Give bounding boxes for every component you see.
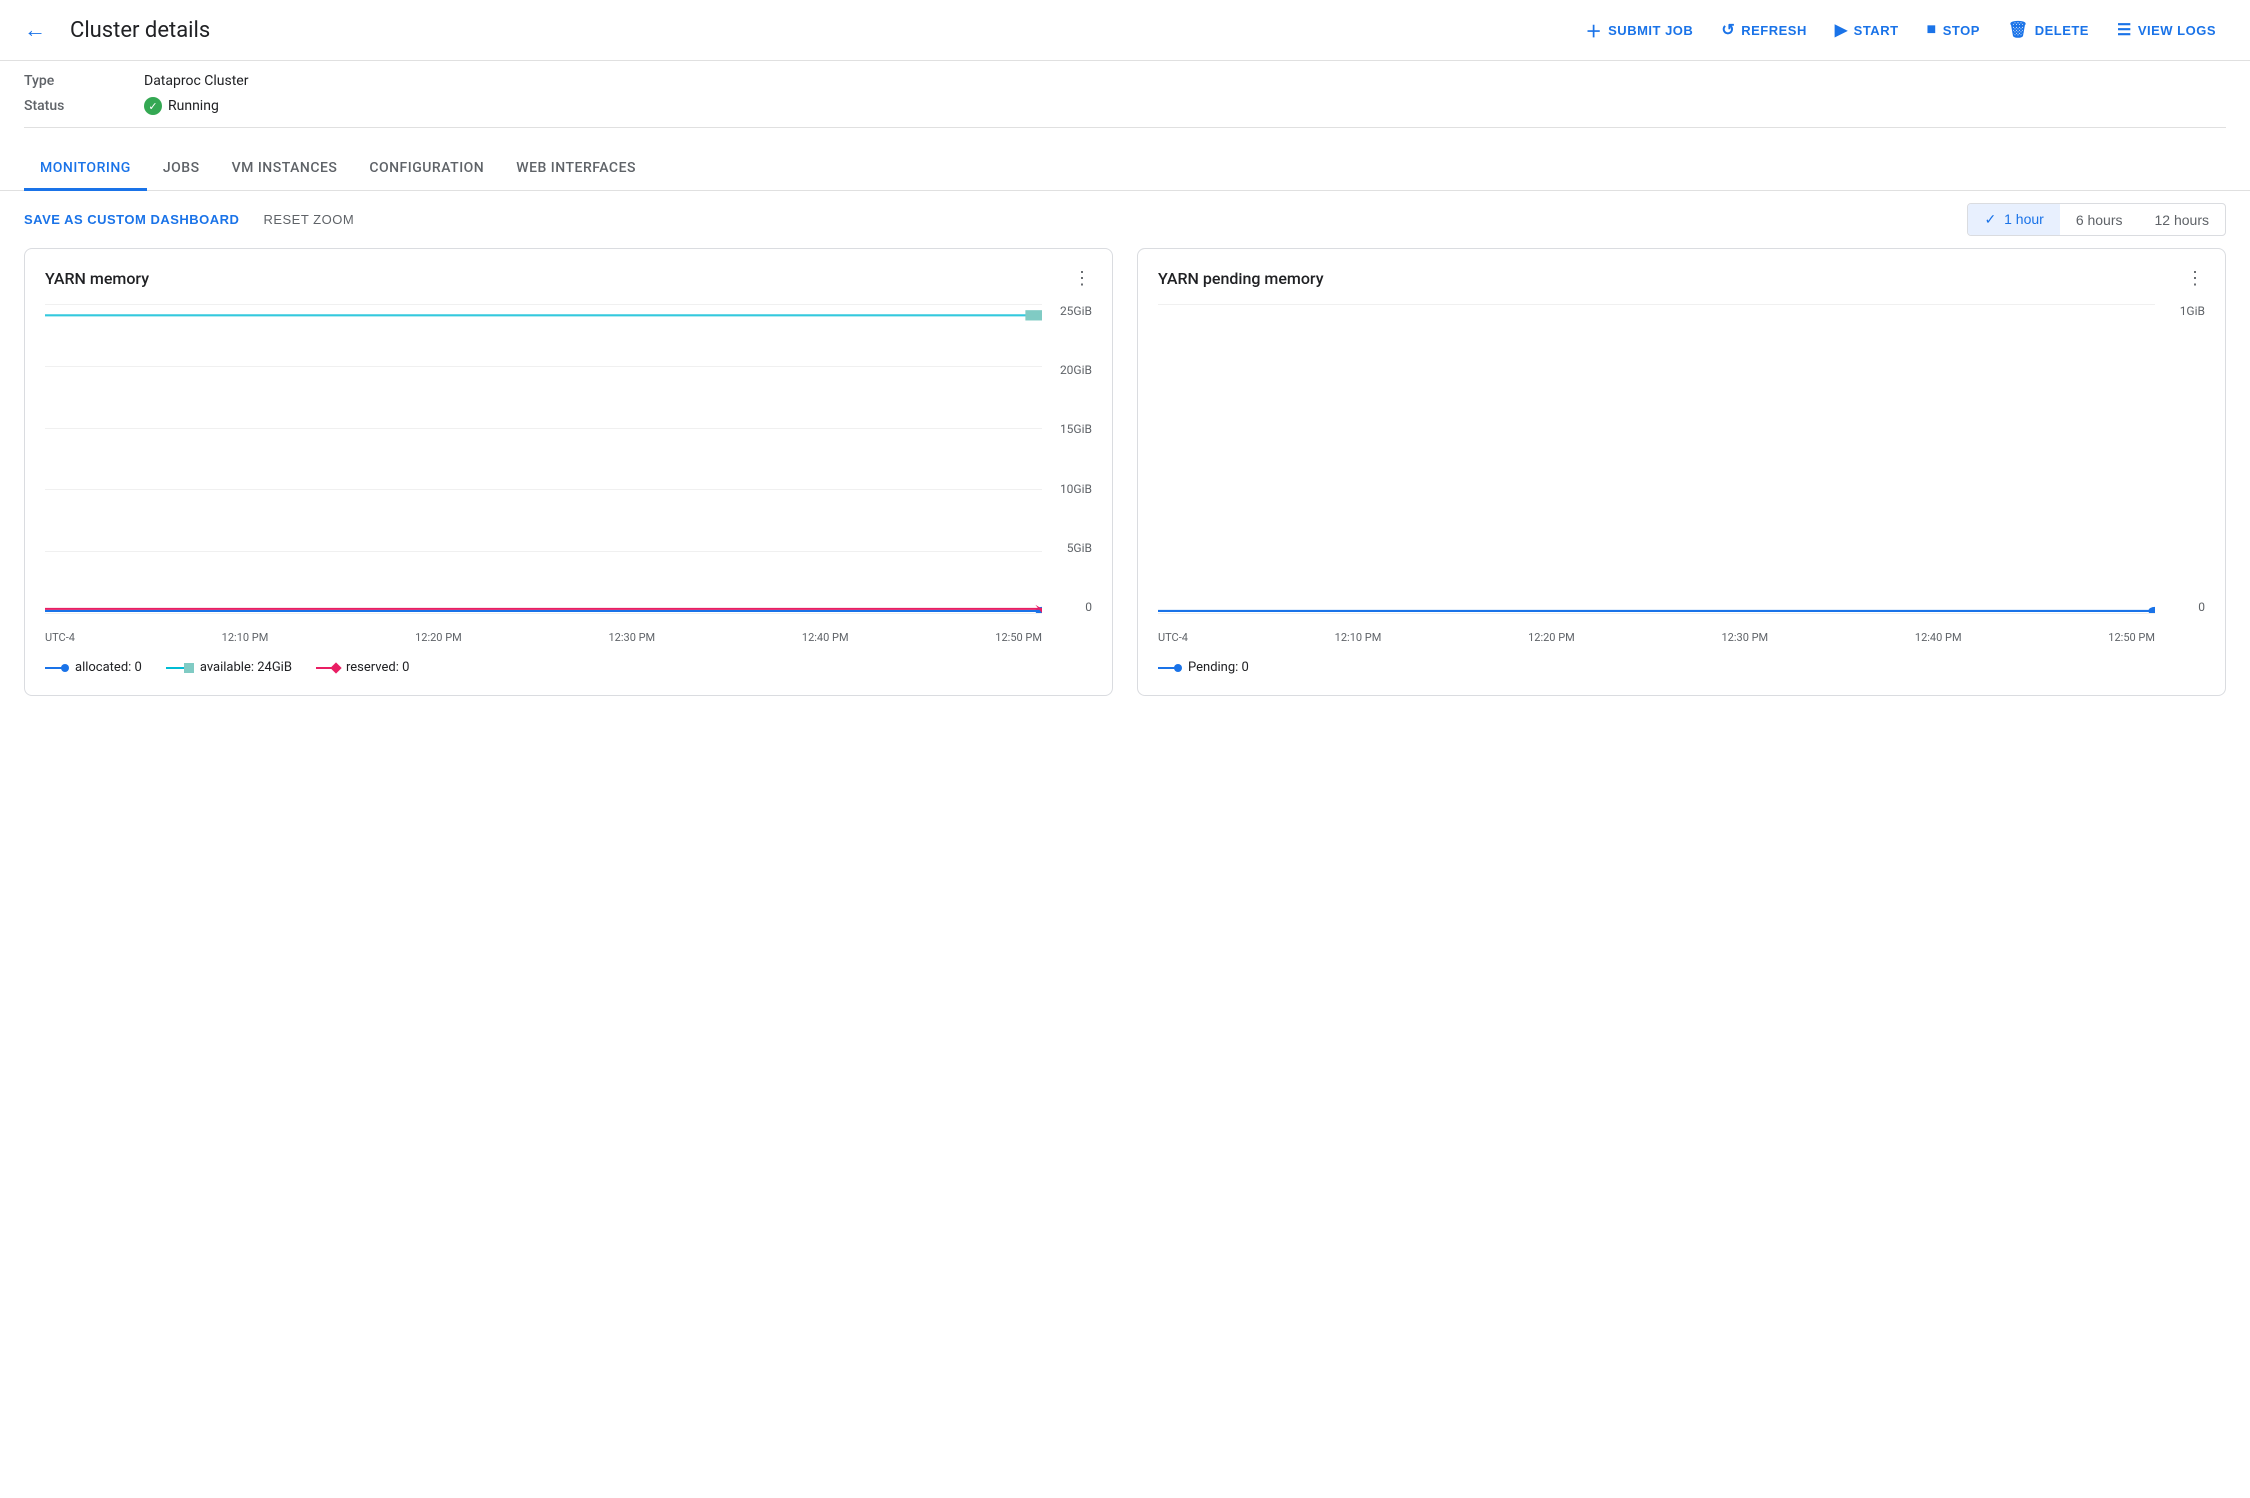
yarn-pending-header: YARN pending memory ⋮ [1158,269,2205,288]
delete-button[interactable]: 🗑 DELETE [1998,14,2099,46]
yarn-pending-chart-area: 1GiB 0 UTC-4 12:10 PM 12:20 PM 12:30 PM … [1158,304,2205,644]
time-6hours-button[interactable]: 6 hours [2060,205,2139,235]
top-bar: ← Cluster details ＋ SUBMIT JOB ↺ REFRESH… [0,0,2250,61]
divider [24,127,2226,128]
view-logs-icon: ☰ [2117,20,2132,40]
legend-allocated-icon [45,664,69,672]
status-row: Status ✓ Running [24,93,2226,119]
reset-zoom-button[interactable]: RESET ZOOM [263,212,354,227]
yarn-memory-y-axis: 25GiB 20GiB 15GiB 10GiB 5GiB 0 [1060,304,1092,614]
yarn-memory-header: YARN memory ⋮ [45,269,1092,288]
tab-jobs[interactable]: JOBS [147,148,216,191]
yarn-memory-x-axis: UTC-4 12:10 PM 12:20 PM 12:30 PM 12:40 P… [45,631,1042,644]
meta-section: Type Dataproc Cluster Status ✓ Running [0,61,2250,140]
save-dashboard-button[interactable]: SAVE AS CUSTOM DASHBOARD [24,212,239,227]
yarn-memory-more-button[interactable]: ⋮ [1073,269,1092,287]
toolbar-left: SAVE AS CUSTOM DASHBOARD RESET ZOOM [24,212,354,227]
start-button[interactable]: ▶ START [1825,14,1909,46]
time-1hour-button[interactable]: ✓ 1 hour [1968,204,2059,235]
yarn-memory-chart-area: 25GiB 20GiB 15GiB 10GiB 5GiB 0 UTC-4 12:… [45,304,1092,644]
yarn-pending-plot [1158,304,2155,614]
stop-button[interactable]: ■ STOP [1917,15,1990,45]
legend-pending-icon [1158,664,1182,672]
legend-available: available: 24GiB [166,660,292,675]
yarn-memory-card: YARN memory ⋮ [24,248,1113,696]
legend-pending: Pending: 0 [1158,660,1249,675]
grid-line-bottom [45,613,1042,614]
yarn-pending-more-button[interactable]: ⋮ [2186,269,2205,287]
yarn-pending-legend: Pending: 0 [1158,656,2205,675]
refresh-icon: ↺ [1721,20,1735,40]
type-row: Type Dataproc Cluster [24,69,2226,93]
yarn-memory-title: YARN memory [45,269,149,288]
back-button[interactable]: ← [24,17,46,43]
time-12hours-button[interactable]: 12 hours [2139,205,2225,235]
start-icon: ▶ [1835,20,1848,40]
tab-vm-instances[interactable]: VM INSTANCES [216,148,354,191]
delete-icon: 🗑 [2008,20,2029,40]
yarn-pending-memory-card: YARN pending memory ⋮ 1GiB 0 UTC-4 [1137,248,2226,696]
submit-job-icon: ＋ [1586,18,1603,42]
tabs: MONITORING JOBS VM INSTANCES CONFIGURATI… [0,148,2250,191]
charts-row: YARN memory ⋮ [0,248,2250,720]
yarn-memory-legend: allocated: 0 available: 24GiB reserved: … [45,656,1092,675]
status-value: ✓ Running [144,97,219,115]
yarn-memory-svg [45,304,1042,613]
tab-monitoring[interactable]: MONITORING [24,148,147,191]
top-actions: ＋ SUBMIT JOB ↺ REFRESH ▶ START ■ STOP 🗑 … [1576,12,2226,48]
yarn-pending-y-axis: 1GiB 0 [2180,304,2205,614]
status-label: Status [24,98,144,114]
view-logs-button[interactable]: ☰ VIEW LOGS [2107,14,2226,46]
yarn-pending-title: YARN pending memory [1158,269,1324,288]
type-label: Type [24,73,144,89]
stop-icon: ■ [1927,21,1937,39]
page-title: Cluster details [70,18,210,43]
legend-reserved: reserved: 0 [316,660,409,675]
pending-grid-bottom [1158,613,2155,614]
check-mark-icon: ✓ [1984,211,2000,227]
time-selector: ✓ 1 hour 6 hours 12 hours [1967,203,2226,236]
toolbar: SAVE AS CUSTOM DASHBOARD RESET ZOOM ✓ 1 … [0,191,2250,248]
yarn-pending-x-axis: UTC-4 12:10 PM 12:20 PM 12:30 PM 12:40 P… [1158,631,2155,644]
legend-available-icon [166,663,194,673]
legend-allocated: allocated: 0 [45,660,142,675]
legend-reserved-icon [316,664,340,672]
yarn-pending-svg [1158,304,2155,613]
yarn-memory-plot [45,304,1042,614]
status-icon: ✓ [144,97,162,115]
refresh-button[interactable]: ↺ REFRESH [1711,14,1817,46]
tab-web-interfaces[interactable]: WEB INTERFACES [500,148,652,191]
type-value: Dataproc Cluster [144,73,248,89]
submit-job-button[interactable]: ＋ SUBMIT JOB [1576,12,1704,48]
tab-configuration[interactable]: CONFIGURATION [353,148,500,191]
